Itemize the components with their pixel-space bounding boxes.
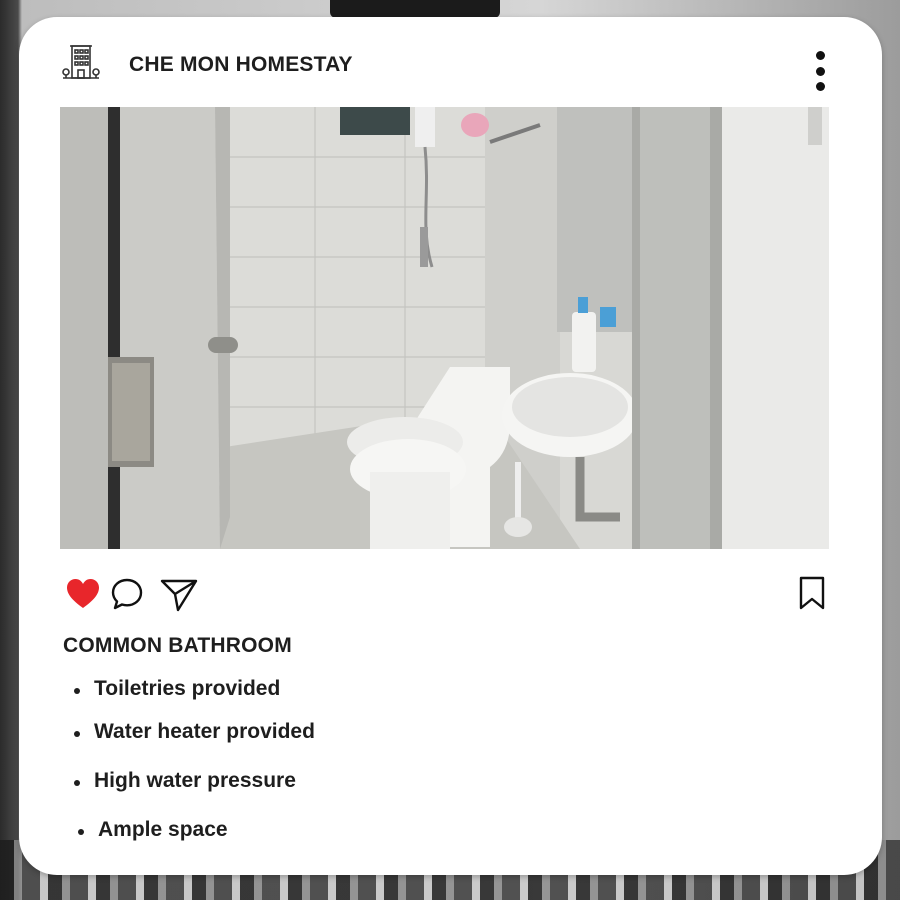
building-icon xyxy=(62,45,100,79)
list-item: Water heater provided xyxy=(74,720,315,743)
comment-icon[interactable] xyxy=(110,577,144,611)
bookmark-icon[interactable] xyxy=(798,576,826,610)
more-options-button[interactable] xyxy=(809,51,831,91)
heart-icon[interactable] xyxy=(66,578,100,610)
post-photo[interactable] xyxy=(60,107,829,549)
list-item: Ample space xyxy=(78,818,228,841)
list-item: High water pressure xyxy=(74,769,296,792)
bathroom-photo xyxy=(60,107,829,549)
list-item: Toiletries provided xyxy=(73,677,281,700)
post-header: CHE MON HOMESTAY xyxy=(19,17,882,107)
account-name[interactable]: CHE MON HOMESTAY xyxy=(129,53,353,77)
post-actions xyxy=(60,570,832,614)
send-icon[interactable] xyxy=(160,578,198,612)
more-vertical-icon xyxy=(815,51,825,60)
caption-title: COMMON BATHROOM xyxy=(63,634,292,657)
post-card: CHE MON HOMESTAY COMMON BATHROOM Toiletr… xyxy=(19,17,882,875)
